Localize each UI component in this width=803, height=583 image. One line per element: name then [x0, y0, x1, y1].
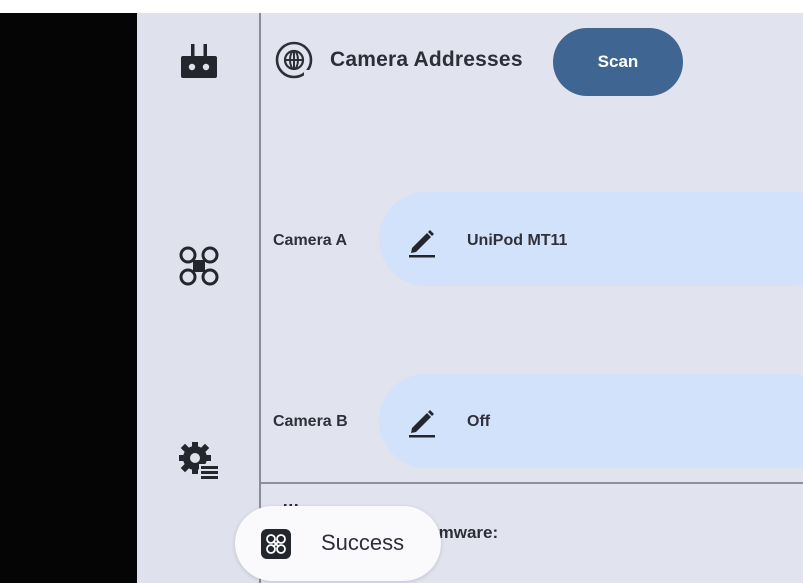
camera-a-value: UniPod MT11	[467, 232, 568, 249]
left-black-bar	[0, 13, 137, 583]
section-divider	[261, 482, 803, 484]
camera-b-field[interactable]	[379, 374, 803, 468]
main-panel	[261, 13, 803, 583]
camera-a-label: Camera A	[273, 232, 348, 249]
remote-controller-icon[interactable]	[177, 42, 221, 86]
network-globe-icon	[274, 40, 314, 80]
top-strip	[0, 0, 803, 13]
camera-b-value: Off	[467, 413, 491, 430]
drone-icon[interactable]	[177, 244, 221, 288]
camera-b-label: Camera B	[273, 413, 348, 430]
settings-gear-list-icon[interactable]	[177, 440, 221, 484]
scan-button[interactable]: Scan	[553, 28, 683, 96]
camera-a-field[interactable]	[379, 192, 803, 286]
firmware-label: rmware:	[432, 523, 499, 542]
drone-icon	[261, 529, 291, 559]
page-title: Camera Addresses	[330, 48, 523, 71]
success-toast: Success	[235, 506, 441, 581]
sidebar	[137, 13, 259, 583]
pencil-edit-icon[interactable]	[405, 224, 439, 258]
pencil-edit-icon[interactable]	[405, 404, 439, 438]
toast-message: Success	[321, 530, 405, 555]
